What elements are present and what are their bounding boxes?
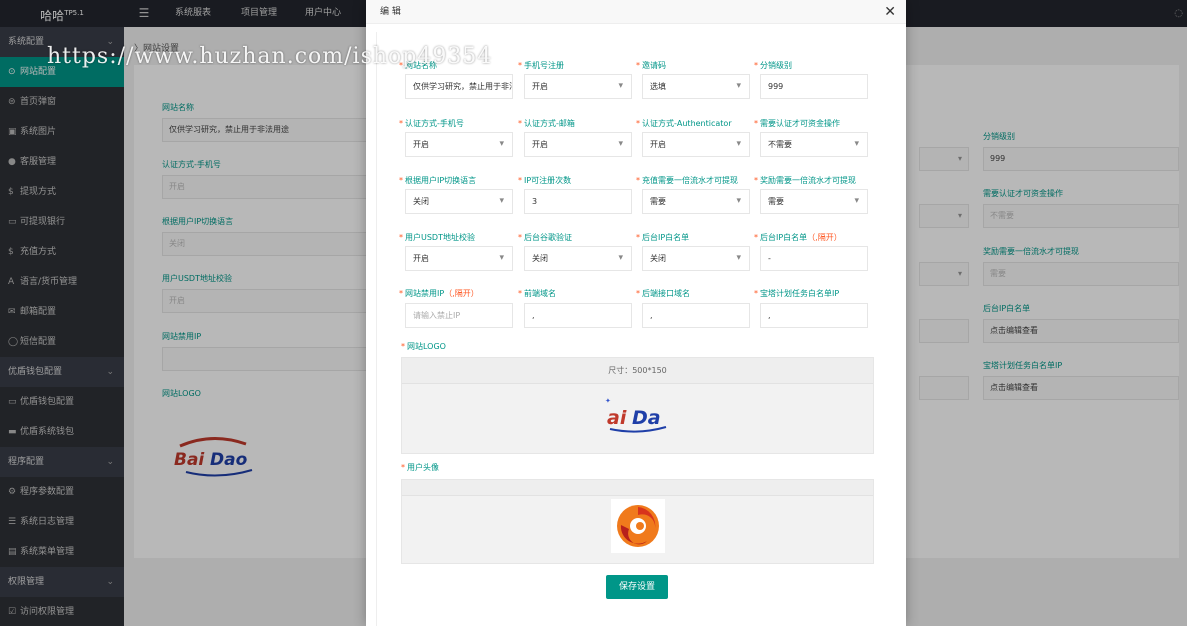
logo-size-hint: 尺寸：500*150: [402, 358, 873, 384]
field-label: * 根据用户IP切换语言: [399, 175, 476, 186]
required-marker: *: [399, 233, 403, 242]
field-label-text: 奖励需要一倍流水才可提现: [760, 176, 856, 185]
field-input[interactable]: ,: [642, 303, 750, 328]
field-label: * 前端域名: [518, 288, 556, 299]
field-label-text: 分销级别: [760, 61, 792, 70]
avatar-label: * 用户头像: [401, 463, 439, 472]
field-input[interactable]: ,: [760, 303, 868, 328]
required-marker: *: [636, 119, 640, 128]
field-label: * 用户USDT地址校验: [399, 232, 475, 243]
logo-preview-image: ✦ ai Da: [605, 397, 667, 433]
field-label-text: 充值需要一倍流水才可提现: [642, 176, 738, 185]
field-label: * 充值需要一倍流水才可提现: [636, 175, 738, 186]
field-select[interactable]: 选填: [642, 74, 750, 99]
required-marker: *: [518, 233, 522, 242]
field-select[interactable]: 关闭: [524, 246, 632, 271]
field-label: * 分销级别: [754, 60, 792, 71]
field-select[interactable]: 关闭: [642, 246, 750, 271]
svg-text:Da: Da: [632, 407, 661, 429]
field-select[interactable]: 开启: [524, 132, 632, 157]
field-label: * 后台IP白名单（,隔开）: [754, 232, 842, 243]
modal-form: *网站名称仅供学习研究，禁止用于非法*手机号注册开启*邀请码选填*分销级别999…: [376, 32, 896, 626]
field-label: * 后台谷歌验证: [518, 232, 572, 243]
field-select[interactable]: 关闭: [405, 189, 513, 214]
edit-modal: 编 辑 ✕ *网站名称仅供学习研究，禁止用于非法*手机号注册开启*邀请码选填*分…: [366, 0, 906, 626]
field-label: * 后台IP白名单: [636, 232, 689, 243]
field-label-text: 根据用户IP切换语言: [405, 176, 477, 185]
field-label-text: 认证方式-邮箱: [524, 119, 575, 128]
required-marker: *: [518, 119, 522, 128]
avatar-upload-area[interactable]: [401, 479, 874, 564]
field-select[interactable]: 不需要: [760, 132, 868, 157]
required-marker: *: [754, 119, 758, 128]
field-label: * 邀请码: [636, 60, 666, 71]
field-select[interactable]: 需要: [642, 189, 750, 214]
field-label: * 认证方式-Authenticator: [636, 118, 732, 129]
logo-label-text: 网站LOGO: [407, 342, 446, 351]
field-label-text: 认证方式-手机号: [405, 119, 464, 128]
field-label: * 手机号注册: [518, 60, 564, 71]
field-label-text: 宝塔计划任务白名单IP: [760, 289, 840, 298]
required-marker: *: [399, 119, 403, 128]
field-label: * 宝塔计划任务白名单IP: [754, 288, 839, 299]
field-label-hint: （,隔开）: [807, 233, 842, 242]
svg-text:✦: ✦: [605, 397, 611, 405]
field-label: * 奖励需要一倍流水才可提现: [754, 175, 856, 186]
field-input[interactable]: 请输入禁止IP: [405, 303, 513, 328]
field-select[interactable]: 需要: [760, 189, 868, 214]
required-marker: *: [518, 176, 522, 185]
field-input[interactable]: ,: [524, 303, 632, 328]
field-label: * 认证方式-手机号: [399, 118, 464, 129]
logo-label: * 网站LOGO: [401, 342, 446, 351]
modal-header: 编 辑 ✕: [366, 0, 906, 24]
field-label-text: 需要认证才可资金操作: [760, 119, 840, 128]
avatar-preview-image: [611, 499, 665, 553]
field-select[interactable]: 开启: [524, 74, 632, 99]
svg-text:ai: ai: [607, 407, 627, 429]
field-select[interactable]: 开启: [405, 132, 513, 157]
field-label-text: 后台谷歌验证: [524, 233, 572, 242]
field-label-text: 后台IP白名单: [760, 233, 808, 242]
required-marker: *: [636, 61, 640, 70]
field-label-text: 后端接口域名: [642, 289, 690, 298]
logo-upload-area[interactable]: 尺寸：500*150 ✦ ai Da: [401, 357, 874, 454]
required-marker: *: [518, 61, 522, 70]
field-label: * 认证方式-邮箱: [518, 118, 575, 129]
field-input[interactable]: -: [760, 246, 868, 271]
avatar-upload-header: [402, 480, 873, 496]
watermark-text: https://www.huzhan.com/ishop49354: [47, 44, 493, 69]
field-label-text: 用户USDT地址校验: [405, 233, 475, 242]
field-label-text: 认证方式-Authenticator: [642, 119, 732, 128]
field-label: * 需要认证才可资金操作: [754, 118, 840, 129]
required-marker: *: [399, 289, 403, 298]
field-input[interactable]: 999: [760, 74, 868, 99]
field-label-text: 网站禁用IP: [405, 289, 445, 298]
required-marker: *: [754, 61, 758, 70]
field-label: * IP可注册次数: [518, 175, 571, 186]
required-marker: *: [754, 176, 758, 185]
field-label: * 网站禁用IP（,隔开）: [399, 288, 479, 299]
field-input[interactable]: 仅供学习研究，禁止用于非法: [405, 74, 513, 99]
field-label: * 后端接口域名: [636, 288, 690, 299]
field-label-hint: （,隔开）: [444, 289, 479, 298]
required-marker: *: [636, 176, 640, 185]
save-settings-button[interactable]: 保存设置: [606, 575, 668, 599]
required-marker: *: [518, 289, 522, 298]
modal-title: 编 辑: [380, 7, 401, 17]
required-marker: *: [399, 176, 403, 185]
close-icon[interactable]: ✕: [884, 0, 896, 24]
field-label-text: 手机号注册: [524, 61, 564, 70]
field-label-text: 前端域名: [524, 289, 556, 298]
field-input[interactable]: 3: [524, 189, 632, 214]
field-label-text: 后台IP白名单: [642, 233, 690, 242]
field-select[interactable]: 开启: [405, 246, 513, 271]
required-marker: *: [636, 289, 640, 298]
field-label-text: IP可注册次数: [524, 176, 572, 185]
field-select[interactable]: 开启: [642, 132, 750, 157]
avatar-label-text: 用户头像: [407, 463, 439, 472]
required-marker: *: [754, 289, 758, 298]
required-marker: *: [754, 233, 758, 242]
required-marker: *: [636, 233, 640, 242]
field-label-text: 邀请码: [642, 61, 666, 70]
